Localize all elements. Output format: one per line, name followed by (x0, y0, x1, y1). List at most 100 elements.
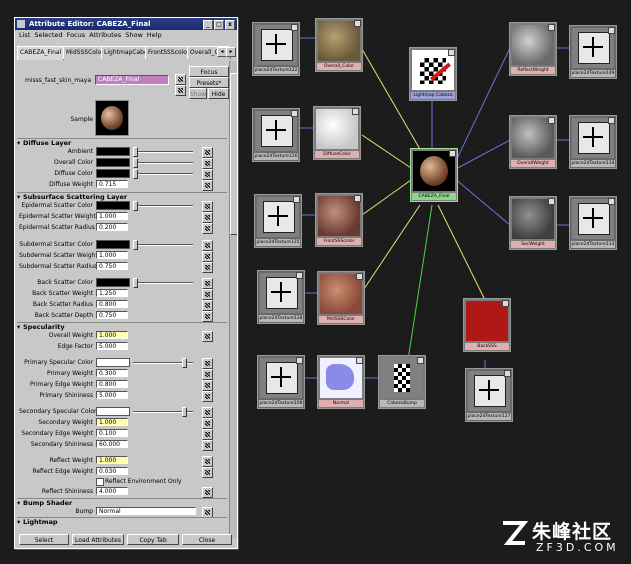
prim-weight-field[interactable]: 0.300 (96, 369, 128, 377)
node-expand-icon[interactable] (296, 357, 303, 364)
epi-color-map-icon[interactable] (202, 201, 213, 212)
node-place2d-108[interactable]: place2dTexture108 (257, 355, 305, 409)
prim-color-map-icon[interactable] (202, 358, 213, 369)
node-front-sss-color[interactable]: FrontSSScolor (315, 193, 363, 247)
sub-color-slider-knob[interactable] (133, 240, 138, 250)
sec-weight-map-icon[interactable] (202, 418, 213, 429)
close-button[interactable]: Close (182, 534, 232, 545)
edge-factor-field[interactable]: 5.000 (96, 342, 128, 350)
back-radius-map-icon[interactable] (202, 300, 213, 311)
sub-radius-field[interactable]: 0.750 (96, 262, 128, 270)
ambient-color-swatch[interactable] (96, 147, 130, 156)
epi-color-slider[interactable] (133, 205, 193, 207)
node-overall-color[interactable]: Overall_Color (315, 18, 363, 72)
menu-show[interactable]: Show (125, 31, 143, 39)
overall-weight-map-icon[interactable] (202, 331, 213, 342)
node-cabeza-bump[interactable]: CabezaBump (378, 355, 426, 409)
sub-weight-map-icon[interactable] (202, 251, 213, 262)
node-expand-icon[interactable] (449, 150, 456, 157)
menu-focus[interactable]: Focus (67, 31, 86, 39)
maximize-button[interactable]: □ (214, 20, 224, 30)
back-radius-field[interactable]: 0.800 (96, 300, 128, 308)
node-mid-sss-color[interactable]: MidSSSColor (317, 271, 365, 325)
sec-shin-map-icon[interactable] (202, 440, 213, 451)
section-diffuse-layer[interactable]: ▾ Diffuse Layer (17, 138, 227, 147)
presets-button[interactable]: Presets* (189, 77, 229, 88)
node-cabeza-final[interactable]: CABEZA_Final (410, 148, 458, 202)
back-color-map-icon[interactable] (202, 278, 213, 289)
refl-weight-field[interactable]: 1.000 (96, 456, 128, 464)
go-output-icon[interactable] (175, 85, 186, 96)
node-place2d-127[interactable]: place2dTexture127 (465, 368, 513, 422)
prim-weight-map-icon[interactable] (202, 369, 213, 380)
sec-edge-map-icon[interactable] (202, 429, 213, 440)
tab-frontsss-color[interactable]: FrontSSScolor (145, 46, 193, 59)
prim-shin-map-icon[interactable] (202, 391, 213, 402)
diffuse-color-slider[interactable] (133, 173, 193, 175)
epi-radius-field[interactable]: 0.200 (96, 223, 128, 231)
tab-scroll-right-icon[interactable]: ▸ (226, 47, 236, 57)
sub-color-slider[interactable] (133, 244, 193, 246)
sec-weight-field[interactable]: 1.000 (96, 418, 128, 426)
node-expand-icon[interactable] (356, 273, 363, 280)
node-diffuse-color[interactable]: DiffuseColor (313, 106, 361, 160)
refl-weight-map-icon[interactable] (202, 456, 213, 467)
back-depth-field[interactable]: 0.750 (96, 311, 128, 319)
focus-button[interactable]: Focus (189, 66, 229, 77)
node-expand-icon[interactable] (291, 110, 298, 117)
node-expand-icon[interactable] (548, 24, 555, 31)
ambient-slider-knob[interactable] (133, 147, 138, 157)
node-expand-icon[interactable] (354, 20, 361, 27)
bump-field[interactable]: Normal (96, 507, 196, 515)
node-expand-icon[interactable] (352, 108, 359, 115)
scrollbar-thumb[interactable] (230, 73, 237, 235)
load-attributes-button[interactable]: Load Attributes (72, 534, 124, 545)
menu-selected[interactable]: Selected (34, 31, 62, 39)
sub-weight-field[interactable]: 1.000 (96, 251, 128, 259)
refl-env-checkbox[interactable] (96, 478, 104, 486)
refl-edge-field[interactable]: 0.030 (96, 467, 128, 475)
diffuse-color-slider-knob[interactable] (133, 169, 138, 179)
node-expand-icon[interactable] (291, 24, 298, 31)
back-weight-field[interactable]: 1.250 (96, 289, 128, 297)
prim-shin-field[interactable]: 5.000 (96, 391, 128, 399)
sub-color-swatch[interactable] (96, 240, 130, 249)
node-overall-weight[interactable]: OverallWeight (509, 115, 557, 169)
back-color-swatch[interactable] (96, 278, 130, 287)
sec-shin-field[interactable]: 60.000 (96, 440, 128, 448)
refl-edge-map-icon[interactable] (202, 467, 213, 478)
back-depth-map-icon[interactable] (202, 311, 213, 322)
show-button[interactable]: Show (189, 88, 207, 99)
sec-color-slider-knob[interactable] (182, 407, 187, 417)
menu-list[interactable]: List (19, 31, 30, 39)
diffuse-color-map-icon[interactable] (202, 169, 213, 180)
node-place2d-125[interactable]: place2dTexture125 (254, 194, 302, 248)
refl-shin-field[interactable]: 4.000 (96, 487, 128, 495)
title-bar[interactable]: Attribute Editor: CABEZA_Final _ □ x (15, 18, 237, 30)
node-expand-icon[interactable] (354, 195, 361, 202)
hide-button[interactable]: Hide (208, 88, 229, 99)
prim-color-swatch[interactable] (96, 358, 130, 367)
node-expand-icon[interactable] (608, 27, 615, 34)
node-normal[interactable]: Normal (317, 355, 365, 409)
minimize-button[interactable]: _ (203, 20, 213, 30)
sec-edge-field[interactable]: 0.100 (96, 429, 128, 437)
node-expand-icon[interactable] (504, 370, 511, 377)
prim-color-slider-knob[interactable] (182, 358, 187, 368)
sample-swatch[interactable] (95, 100, 129, 136)
node-expand-icon[interactable] (548, 198, 555, 205)
node-expand-icon[interactable] (296, 272, 303, 279)
node-expand-icon[interactable] (417, 357, 424, 364)
close-window-button[interactable]: x (225, 20, 235, 30)
section-specularity[interactable]: ▾ Specularity (17, 322, 227, 331)
node-name-field[interactable]: CABEZA_Final (95, 75, 169, 85)
epi-weight-field[interactable]: 1.000 (96, 212, 128, 220)
overall-weight-field[interactable]: 1.000 (96, 331, 128, 339)
node-lightmap-cabeza[interactable]: Lightmap Cabeza (409, 47, 457, 101)
section-sss-layer[interactable]: ▾ Subsurface Scattering Layer (17, 192, 227, 201)
overall-color-map-icon[interactable] (202, 158, 213, 169)
diffuse-weight-map-icon[interactable] (202, 180, 213, 191)
menu-help[interactable]: Help (147, 31, 162, 39)
diffuse-weight-field[interactable]: 0.715 (96, 180, 128, 188)
section-lightmap[interactable]: ▾ Lightmap (17, 517, 227, 526)
